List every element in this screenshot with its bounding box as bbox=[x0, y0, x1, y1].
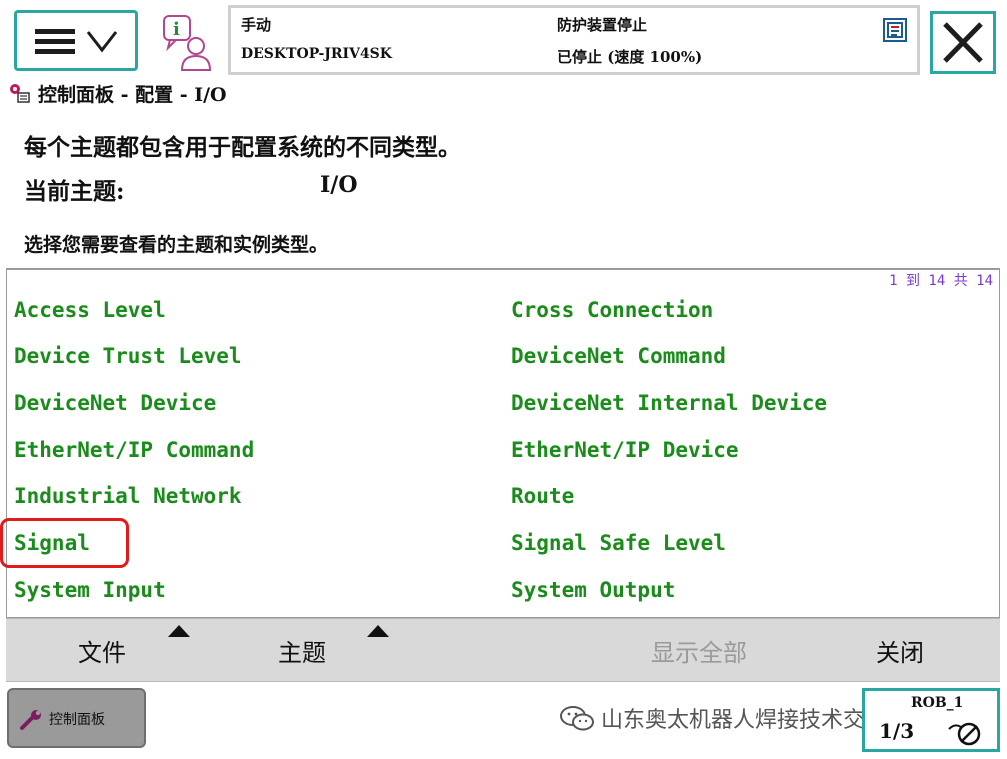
command-bar: 文件 主题 显示全部 关闭 bbox=[6, 618, 1000, 682]
list-item-ethernet-ip-device[interactable]: EtherNet/IP Device bbox=[511, 438, 739, 462]
list-item-devicenet-command[interactable]: DeviceNet Command bbox=[511, 344, 726, 368]
quickset-rob-button[interactable]: ROB_1 1/3 bbox=[862, 688, 1000, 752]
mode-text: 手动 bbox=[241, 16, 272, 34]
config-icon bbox=[10, 84, 30, 103]
status-panel[interactable]: 手动 DESKTOP-JRIV4SK 防护装置停止 已停止 (速度 100%) bbox=[228, 5, 920, 75]
list-item-devicenet-device[interactable]: DeviceNet Device bbox=[14, 391, 216, 415]
no-move-icon bbox=[948, 722, 981, 746]
list-item-ethernet-ip-command[interactable]: EtherNet/IP Command bbox=[14, 438, 254, 462]
signal-highlight-box bbox=[0, 518, 129, 568]
chevron-down-icon bbox=[86, 31, 118, 53]
list-item-device-trust-level[interactable]: Device Trust Level bbox=[14, 344, 242, 368]
list-item-system-output[interactable]: System Output bbox=[511, 578, 675, 602]
topic-menu-arrow-icon bbox=[367, 625, 389, 637]
svg-text:i: i bbox=[173, 19, 180, 40]
show-all-button[interactable]: 显示全部 bbox=[651, 633, 747, 668]
current-topic-label: 当前主题: bbox=[24, 178, 125, 205]
rob-speed-text: 1/3 bbox=[879, 719, 915, 743]
file-menu-arrow-icon bbox=[168, 625, 190, 637]
selection-hint: 选择您需要查看的主题和实例类型。 bbox=[24, 234, 329, 256]
list-item-route[interactable]: Route bbox=[511, 484, 574, 508]
list-item-access-level[interactable]: Access Level bbox=[14, 298, 166, 322]
info-user-icon[interactable]: i bbox=[160, 14, 216, 72]
file-menu-button[interactable]: 文件 bbox=[78, 633, 126, 668]
rob-label: ROB_1 bbox=[911, 695, 964, 711]
guard-status-text: 防护装置停止 bbox=[557, 16, 648, 34]
list-item-industrial-network[interactable]: Industrial Network bbox=[14, 484, 242, 508]
current-topic-value: I/O bbox=[320, 172, 358, 198]
run-state-text: 已停止 (速度 100%) bbox=[557, 48, 703, 66]
wrench-icon bbox=[20, 710, 41, 730]
control-panel-task-button[interactable]: 控制面板 bbox=[7, 688, 146, 748]
breadcrumb-text: 控制面板 - 配置 - I/O bbox=[38, 83, 227, 106]
main-menu-button[interactable] bbox=[14, 10, 138, 71]
top-bar: i 手动 DESKTOP-JRIV4SK 防护装置停止 已停止 (速度 100%… bbox=[0, 0, 1007, 80]
list-item-system-input[interactable]: System Input bbox=[14, 578, 166, 602]
wechat-icon bbox=[560, 706, 594, 731]
breadcrumb: 控制面板 - 配置 - I/O bbox=[8, 79, 227, 107]
hostname-text: DESKTOP-JRIV4SK bbox=[241, 46, 392, 62]
list-item-cross-connection[interactable]: Cross Connection bbox=[511, 298, 713, 322]
close-icon bbox=[943, 22, 983, 63]
page-count: 1 到 14 共 14 bbox=[889, 273, 993, 289]
close-view-button[interactable]: 关闭 bbox=[876, 633, 924, 668]
window-close-button[interactable] bbox=[930, 11, 996, 74]
topic-description: 每个主题都包含用于配置系统的不同类型。 bbox=[24, 134, 461, 161]
status-log-icon bbox=[883, 18, 907, 42]
hamburger-icon bbox=[35, 29, 75, 54]
topic-menu-button[interactable]: 主题 bbox=[278, 633, 326, 668]
list-item-devicenet-internal-device[interactable]: DeviceNet Internal Device bbox=[511, 391, 827, 415]
list-item-signal-safe-level[interactable]: Signal Safe Level bbox=[511, 531, 726, 555]
control-panel-task-label: 控制面板 bbox=[49, 712, 105, 728]
